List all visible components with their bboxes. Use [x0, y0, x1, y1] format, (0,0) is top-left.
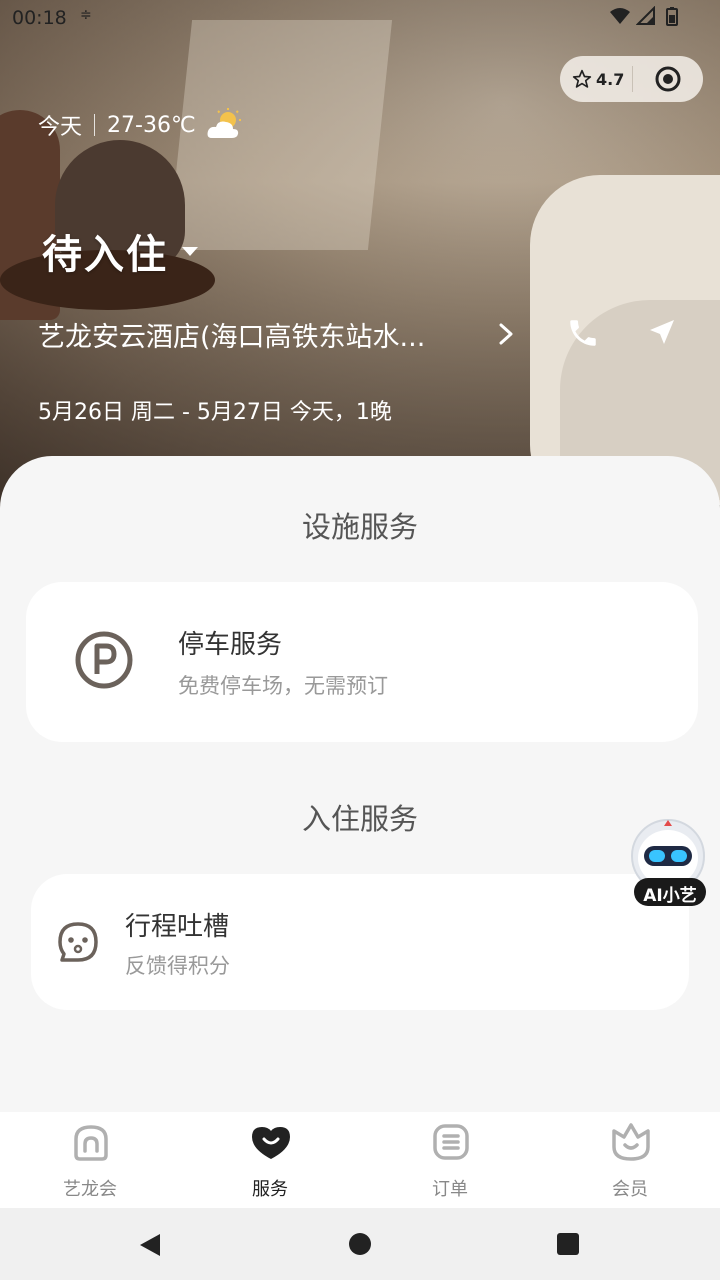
back-icon[interactable] [138, 1232, 162, 1258]
wifi-icon [610, 8, 630, 24]
tab-label-orders: 订单 [432, 1179, 468, 1200]
battery-icon [666, 7, 678, 26]
chevron-right-icon[interactable] [496, 322, 518, 346]
status-time: 00:18 [12, 7, 67, 29]
services-sheet [0, 456, 720, 1112]
home-button-icon[interactable] [349, 1233, 371, 1255]
close-miniprogram-button[interactable] [633, 65, 703, 93]
status-icons [610, 6, 682, 26]
phone-icon[interactable] [566, 316, 600, 350]
tab-member[interactable]: 会员 [540, 1112, 720, 1208]
ai-assistant-label: AI小艺 [643, 886, 697, 906]
ai-assistant-button[interactable]: AI小艺 [628, 818, 712, 910]
heart-smile-icon [252, 1127, 290, 1159]
signal-icon [636, 6, 655, 25]
trip-feedback-subtitle: 反馈得积分 [125, 954, 230, 978]
feedback-face-icon [58, 922, 98, 962]
stay-status-label: 待入住 [42, 232, 168, 278]
stay-status-dropdown[interactable]: 待入住 [42, 222, 198, 280]
tab-label-member: 会员 [612, 1179, 648, 1200]
trip-feedback-title: 行程吐槽 [125, 912, 230, 942]
stay-dates: 5月26日 周二 - 5月27日 今天，1晚 [38, 400, 392, 425]
tab-label-elong-club: 艺龙会 [63, 1179, 117, 1200]
rating-button[interactable]: 4.7 [560, 69, 632, 89]
hotel-row: 艺龙安云酒店(海口高铁东站水... [38, 312, 678, 356]
tab-elong-club[interactable]: 艺龙会 [0, 1112, 180, 1208]
rating-value: 4.7 [596, 69, 625, 89]
system-navigation-bar [0, 1208, 720, 1280]
partly-cloudy-icon [207, 108, 241, 138]
parking-service-card[interactable]: 停车服务 免费停车场，无需预订 [26, 582, 698, 742]
status-notification-icon: ≑ [80, 7, 92, 23]
recent-apps-icon[interactable] [557, 1233, 579, 1255]
navigate-icon[interactable] [646, 316, 678, 348]
parking-service-subtitle: 免费停车场，无需预订 [178, 674, 388, 698]
tab-orders[interactable]: 订单 [360, 1112, 540, 1208]
weather-day: 今天 [38, 115, 83, 140]
tab-label-services: 服务 [252, 1179, 288, 1200]
caret-down-icon [182, 246, 198, 256]
member-icon [612, 1123, 650, 1161]
target-icon [655, 66, 681, 92]
weather-temp: 27-36℃ [107, 112, 196, 138]
trip-feedback-card[interactable]: 行程吐槽 反馈得积分 [31, 874, 689, 1010]
parking-icon [75, 631, 133, 689]
checkin-section-title: 入住服务 [301, 802, 418, 836]
parking-service-title: 停车服务 [178, 630, 283, 660]
status-bar: 00:18 ≑ [0, 0, 720, 36]
capsule-menu: 4.7 [560, 56, 703, 102]
home-icon [74, 1125, 108, 1161]
hotel-name-link[interactable]: 艺龙安云酒店(海口高铁东站水... [38, 315, 468, 354]
order-icon [433, 1124, 469, 1160]
weather-info: 今天 27-36℃ [38, 108, 244, 142]
weather-divider [94, 114, 96, 136]
bottom-tab-bar: 艺龙会 服务 订单 会员 [0, 1112, 720, 1208]
star-icon [572, 69, 592, 88]
tab-services[interactable]: 服务 [180, 1112, 360, 1208]
facility-section-title: 设施服务 [301, 510, 418, 544]
